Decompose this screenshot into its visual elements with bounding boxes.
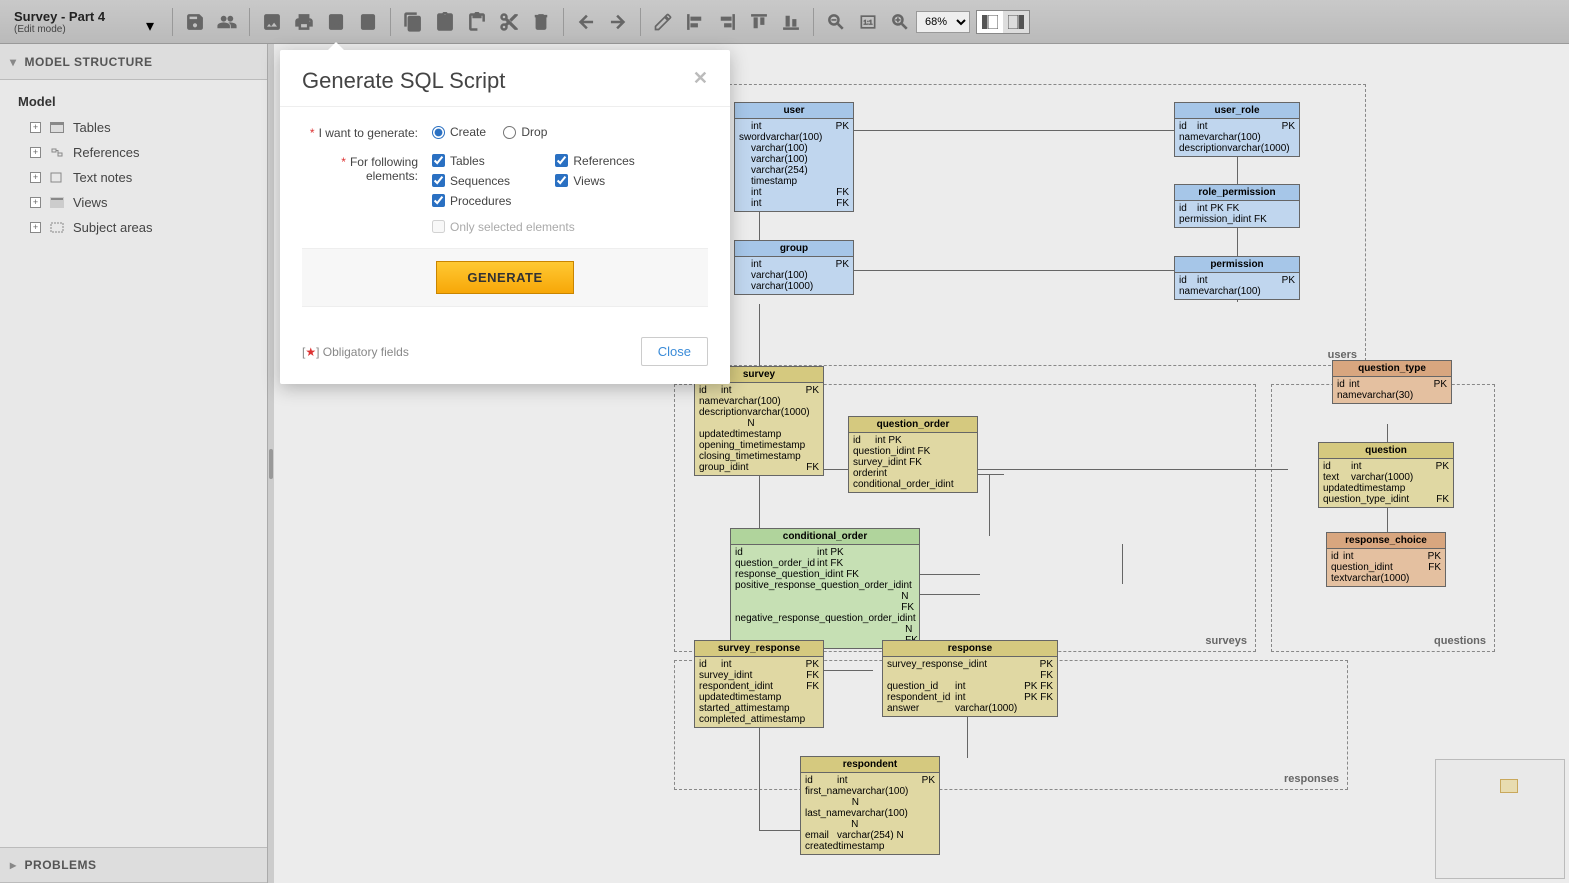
document-title-block[interactable]: Survey - Part 4 (Edit mode) <box>6 9 146 35</box>
subject-area-questions-label: questions <box>1434 635 1486 647</box>
dialog-title: Generate SQL Script <box>302 68 505 94</box>
tree-item-tables[interactable]: +Tables <box>0 115 267 140</box>
tree-item-subject-areas[interactable]: +Subject areas <box>0 215 267 240</box>
paste-icon[interactable] <box>431 8 459 36</box>
view-icon <box>49 197 65 209</box>
save-icon[interactable] <box>181 8 209 36</box>
entity-question-type[interactable]: question_typeidintPKnamevarchar(30) <box>1332 360 1452 404</box>
chevron-right-icon: ▸ <box>10 858 17 872</box>
entity-question-order[interactable]: question_orderidint PKquestion_idint FKs… <box>848 416 978 493</box>
model-tree: Model +Tables +References +Text notes +V… <box>0 80 267 847</box>
checkbox-procedures[interactable]: Procedures <box>432 194 511 208</box>
svg-text:1:1: 1:1 <box>863 19 873 26</box>
subject-area-surveys-label: surveys <box>1205 635 1247 647</box>
entity-question[interactable]: questionidintPKtextvarchar(1000)updatedt… <box>1318 442 1454 508</box>
zoom-in-icon[interactable] <box>886 8 914 36</box>
chevron-down-icon: ▾ <box>10 55 17 69</box>
table-icon <box>49 122 65 134</box>
subject-area-icon <box>49 222 65 234</box>
document-mode: (Edit mode) <box>14 24 138 35</box>
align-top-icon[interactable] <box>745 8 773 36</box>
minimap[interactable] <box>1435 759 1565 879</box>
align-bottom-icon[interactable] <box>777 8 805 36</box>
entity-response-choice[interactable]: response_choiceidintPKquestion_idintFKte… <box>1326 532 1446 587</box>
checkbox-views[interactable]: Views <box>555 174 634 188</box>
align-left-icon[interactable] <box>681 8 709 36</box>
entity-permission[interactable]: permissionidintPKnamevarchar(100) <box>1174 256 1300 300</box>
print-icon[interactable] <box>290 8 318 36</box>
entity-group[interactable]: groupintPKvarchar(100)varchar(1000) <box>734 240 854 295</box>
zoom-out-icon[interactable] <box>822 8 850 36</box>
tree-root-model[interactable]: Model <box>0 88 267 115</box>
checkbox-references[interactable]: References <box>555 154 634 168</box>
close-icon[interactable]: ✕ <box>693 68 708 89</box>
close-button[interactable]: Close <box>641 337 708 366</box>
radio-drop[interactable]: Drop <box>503 125 547 139</box>
sidebar-problems-header[interactable]: ▸ PROBLEMS <box>0 847 267 883</box>
main-toolbar: Survey - Part 4 (Edit mode) ▾ SQL DOC 1:… <box>0 0 1569 44</box>
doc-export-icon[interactable]: DOC <box>354 8 382 36</box>
zoom-reset-icon[interactable]: 1:1 <box>854 8 882 36</box>
sidebar-model-structure-header[interactable]: ▾ MODEL STRUCTURE <box>0 44 267 80</box>
delete-icon[interactable] <box>527 8 555 36</box>
redo-icon[interactable] <box>604 8 632 36</box>
checkbox-only-selected[interactable]: Only selected elements <box>432 220 575 234</box>
tree-item-references[interactable]: +References <box>0 140 267 165</box>
image-export-icon[interactable] <box>258 8 286 36</box>
obligatory-note: [★] Obligatory fields <box>302 345 409 359</box>
checkbox-tables[interactable]: Tables <box>432 154 511 168</box>
entity-response[interactable]: responsesurvey_response_idintPK FKquesti… <box>882 640 1058 717</box>
entity-survey-response[interactable]: survey_responseidintPKsurvey_idintFKresp… <box>694 640 824 728</box>
generate-button[interactable]: GENERATE <box>436 261 573 294</box>
view-mode-toggle <box>976 10 1030 34</box>
radio-create[interactable]: Create <box>432 125 486 139</box>
copy-icon[interactable] <box>399 8 427 36</box>
svg-text:SQL: SQL <box>331 20 341 26</box>
document-title: Survey - Part 4 <box>14 9 138 24</box>
entity-role-permission[interactable]: role_permissionidint PK FKpermission_idi… <box>1174 184 1300 228</box>
reference-icon <box>49 147 65 159</box>
view-mode-full[interactable] <box>1003 11 1029 33</box>
entity-conditional-order[interactable]: conditional_orderidint PKquestion_order_… <box>730 528 920 649</box>
paste-special-icon[interactable] <box>463 8 491 36</box>
undo-icon[interactable] <box>572 8 600 36</box>
entity-user[interactable]: userintPKswordvarchar(100)varchar(100)va… <box>734 102 854 212</box>
zoom-select[interactable]: 68% <box>916 11 970 33</box>
tree-item-views[interactable]: +Views <box>0 190 267 215</box>
entity-user-role[interactable]: user_roleidintPKnamevarchar(100)descript… <box>1174 102 1300 157</box>
share-icon[interactable] <box>213 8 241 36</box>
view-mode-split[interactable] <box>977 11 1003 33</box>
align-right-icon[interactable] <box>713 8 741 36</box>
note-icon <box>49 172 65 184</box>
checkbox-sequences[interactable]: Sequences <box>432 174 511 188</box>
edit-icon[interactable] <box>649 8 677 36</box>
subject-area-responses-label: responses <box>1284 773 1339 785</box>
sidebar: ▾ MODEL STRUCTURE Model +Tables +Referen… <box>0 44 268 883</box>
svg-text:DOC: DOC <box>362 20 374 26</box>
sql-export-icon[interactable]: SQL <box>322 8 350 36</box>
title-dropdown-icon[interactable]: ▾ <box>146 16 158 28</box>
tree-item-text-notes[interactable]: +Text notes <box>0 165 267 190</box>
generate-sql-dialog: Generate SQL Script ✕ *I want to generat… <box>280 50 730 384</box>
entity-respondent[interactable]: respondentidintPKfirst_namevarchar(100) … <box>800 756 940 855</box>
cut-icon[interactable] <box>495 8 523 36</box>
